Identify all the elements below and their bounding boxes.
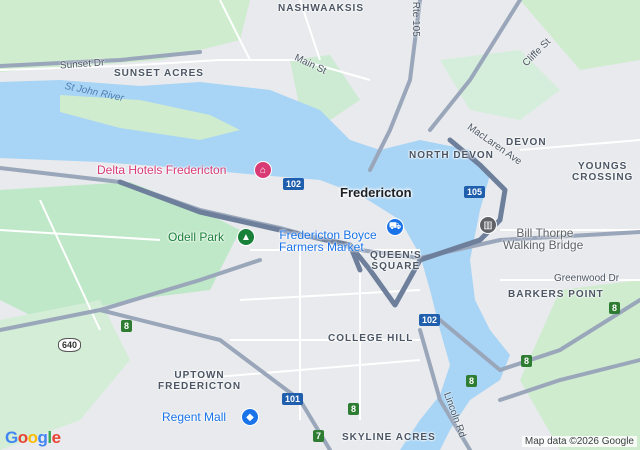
area-label-north-devon: NORTH DEVON bbox=[409, 150, 494, 161]
poi-label-walking-bridge: Bill Thorpe Walking Bridge bbox=[503, 225, 584, 253]
street-label-rte-105: Rte 105 bbox=[409, 1, 421, 37]
area-label-devon: DEVON bbox=[506, 137, 547, 148]
area-label-uptown-fredericton: UPTOWN FREDERICTON bbox=[158, 370, 242, 392]
city-label-fredericton: Fredericton bbox=[340, 185, 412, 200]
route-shield-8: 8 bbox=[609, 302, 621, 314]
route-shield-8: 8 bbox=[466, 375, 478, 387]
tree-icon[interactable]: ▲ bbox=[238, 229, 254, 245]
route-shield-7: 7 bbox=[313, 430, 325, 442]
route-shield-640: 640 bbox=[58, 338, 82, 352]
area-label-skyline-acres: SKYLINE ACRES bbox=[342, 432, 436, 443]
area-label-nashwaaksis: NASHWAAKSIS bbox=[278, 3, 365, 14]
poi-label-odell-park: Odell Park bbox=[168, 230, 225, 244]
google-logo: Google bbox=[5, 428, 61, 447]
area-label-queens-square: QUEEN'S SQUARE bbox=[370, 250, 422, 272]
area-label-barkers-point: BARKERS POINT bbox=[508, 289, 604, 300]
route-shield-8: 8 bbox=[348, 403, 360, 415]
poi-delta-hotels[interactable]: Delta Hotels Fredericton bbox=[97, 164, 226, 177]
route-shield-8: 8 bbox=[521, 355, 533, 367]
landmark-icon[interactable]: ▥ bbox=[480, 217, 496, 233]
area-label-youngs-crossing: YOUNGS CROSSING bbox=[572, 161, 634, 183]
route-shield-102: 102 bbox=[419, 314, 441, 326]
poi-walking-bridge[interactable]: Bill Thorpe Walking Bridge bbox=[503, 214, 583, 264]
hotel-icon[interactable]: ⌂ bbox=[255, 162, 271, 178]
route-shield-101: 101 bbox=[282, 393, 304, 405]
map-attribution[interactable]: Map data ©2026 Google bbox=[521, 436, 637, 447]
area-label-sunset-acres: SUNSET ACRES bbox=[114, 68, 204, 79]
shopping-bag-icon[interactable]: ◆ bbox=[242, 409, 258, 425]
poi-regent-mall[interactable]: Regent Mall bbox=[162, 411, 226, 424]
map-canvas[interactable]: NASHWAAKSIS SUNSET ACRES DEVON NORTH DEV… bbox=[0, 0, 640, 450]
route-shield-102: 102 bbox=[283, 178, 305, 190]
shopping-cart-icon[interactable]: ⛟ bbox=[387, 219, 403, 235]
route-shield-8: 8 bbox=[121, 320, 133, 332]
poi-label-regent-mall: Regent Mall bbox=[162, 410, 227, 424]
street-label-greenwood-dr: Greenwood Dr bbox=[554, 273, 620, 284]
poi-odell-park[interactable]: Odell Park bbox=[168, 231, 224, 244]
area-label-college-hill: COLLEGE HILL bbox=[328, 333, 414, 344]
poi-label-farmers-market: Fredericton Boyce Farmers Market bbox=[279, 227, 377, 255]
poi-label-delta-hotels: Delta Hotels Fredericton bbox=[97, 163, 227, 177]
poi-farmers-market[interactable]: Fredericton Boyce Farmers Market bbox=[266, 216, 377, 266]
route-shield-105: 105 bbox=[464, 186, 486, 198]
